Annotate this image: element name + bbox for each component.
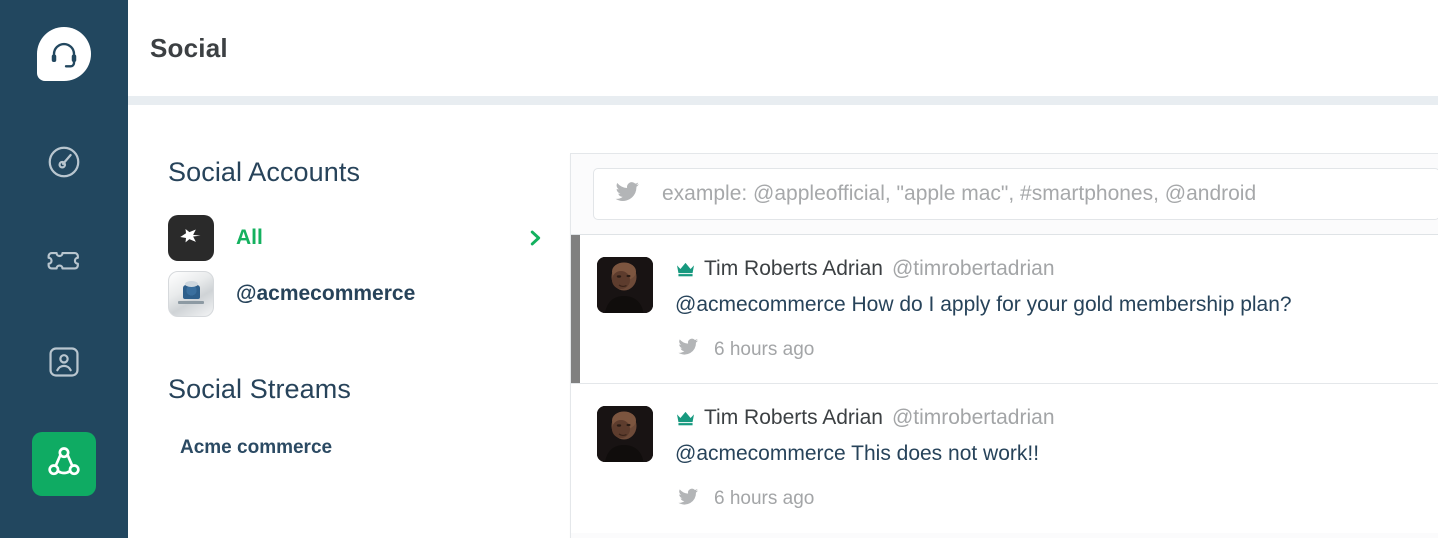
feed-list: Tim Roberts Adrian @timrobertadrian @acm…	[571, 234, 1438, 538]
account-label: @acmecommerce	[236, 282, 416, 305]
page-header: Social	[128, 0, 1438, 96]
headset-icon	[37, 27, 91, 81]
social-accounts-heading: Social Accounts	[168, 157, 361, 187]
all-accounts-icon	[168, 215, 214, 261]
stream-item-acme-commerce[interactable]: Acme commerce	[168, 437, 570, 459]
account-item-acmecommerce[interactable]: @acmecommerce	[168, 266, 570, 322]
share-network-icon	[44, 442, 84, 487]
page-title: Social	[150, 32, 228, 63]
crown-icon	[675, 261, 696, 278]
contact-card-icon	[45, 343, 83, 386]
gauge-icon	[45, 143, 83, 186]
search-box[interactable]	[593, 168, 1438, 220]
feed-panel: Tim Roberts Adrian @timrobertadrian @acm…	[570, 105, 1438, 538]
content-area: Social Accounts All @acmecommerce Social…	[128, 105, 1438, 538]
feed-item-time: 6 hours ago	[714, 488, 815, 509]
search-area	[571, 154, 1438, 234]
twitter-bird-icon	[675, 336, 701, 363]
feed-item-time: 6 hours ago	[714, 338, 815, 360]
feed-item-author: Tim Roberts Adrian	[704, 257, 883, 280]
primary-nav-rail	[0, 0, 128, 538]
ticket-icon	[44, 242, 84, 287]
accounts-panel: Social Accounts All @acmecommerce Social…	[128, 105, 570, 538]
sidebar-item-dashboard[interactable]	[32, 132, 96, 196]
twitter-bird-icon	[612, 179, 642, 210]
feed-item-text: @acmecommerce This does not work!!	[675, 442, 1040, 466]
feed-item-meta: 6 hours ago	[675, 336, 1414, 363]
selected-indicator	[571, 235, 580, 384]
avatar	[597, 406, 653, 463]
account-item-all[interactable]: All	[168, 210, 570, 266]
feed-item-author: Tim Roberts Adrian	[704, 406, 883, 430]
feed-item-header: Tim Roberts Adrian @timrobertadrian	[675, 257, 1414, 281]
feed-item-body: Tim Roberts Adrian @timrobertadrian @acm…	[675, 406, 1414, 512]
feed-item-body: Tim Roberts Adrian @timrobertadrian @acm…	[675, 257, 1414, 363]
avatar-mark	[182, 280, 200, 299]
acmecommerce-avatar	[168, 271, 214, 317]
feed-item-meta: 6 hours ago	[675, 486, 1414, 513]
feed-item-header: Tim Roberts Adrian @timrobertadrian	[675, 406, 1414, 430]
social-accounts-list: All @acmecommerce	[168, 210, 570, 322]
main-region: Social Social Accounts All @acmecommerce…	[128, 0, 1438, 538]
brand-logo[interactable]	[32, 22, 96, 86]
feed-item-handle: @timrobertadrian	[891, 257, 1055, 280]
feed-item[interactable]: Tim Roberts Adrian @timrobertadrian @acm…	[571, 234, 1438, 384]
avatar-image	[169, 272, 213, 316]
feed-item-text: @acmecommerce How do I apply for your go…	[675, 293, 1292, 316]
app-root: Social Social Accounts All @acmecommerce…	[0, 0, 1438, 538]
feed-item-handle: @timrobertadrian	[891, 406, 1055, 430]
avatar-wordmark	[178, 300, 204, 304]
feed-card: Tim Roberts Adrian @timrobertadrian @acm…	[570, 153, 1438, 538]
twitter-bird-icon	[675, 486, 701, 513]
search-input[interactable]	[662, 182, 1438, 206]
crown-icon	[675, 410, 696, 427]
sidebar-item-tickets[interactable]	[32, 232, 96, 296]
account-label: All	[236, 226, 263, 249]
header-divider	[128, 96, 1438, 105]
chevron-right-icon[interactable]	[524, 227, 546, 249]
sidebar-item-social[interactable]	[32, 432, 96, 496]
feed-item[interactable]: Tim Roberts Adrian @timrobertadrian @acm…	[571, 383, 1438, 533]
avatar	[597, 257, 653, 313]
sidebar-item-contacts[interactable]	[32, 332, 96, 396]
social-streams-heading: Social Streams	[168, 374, 351, 404]
